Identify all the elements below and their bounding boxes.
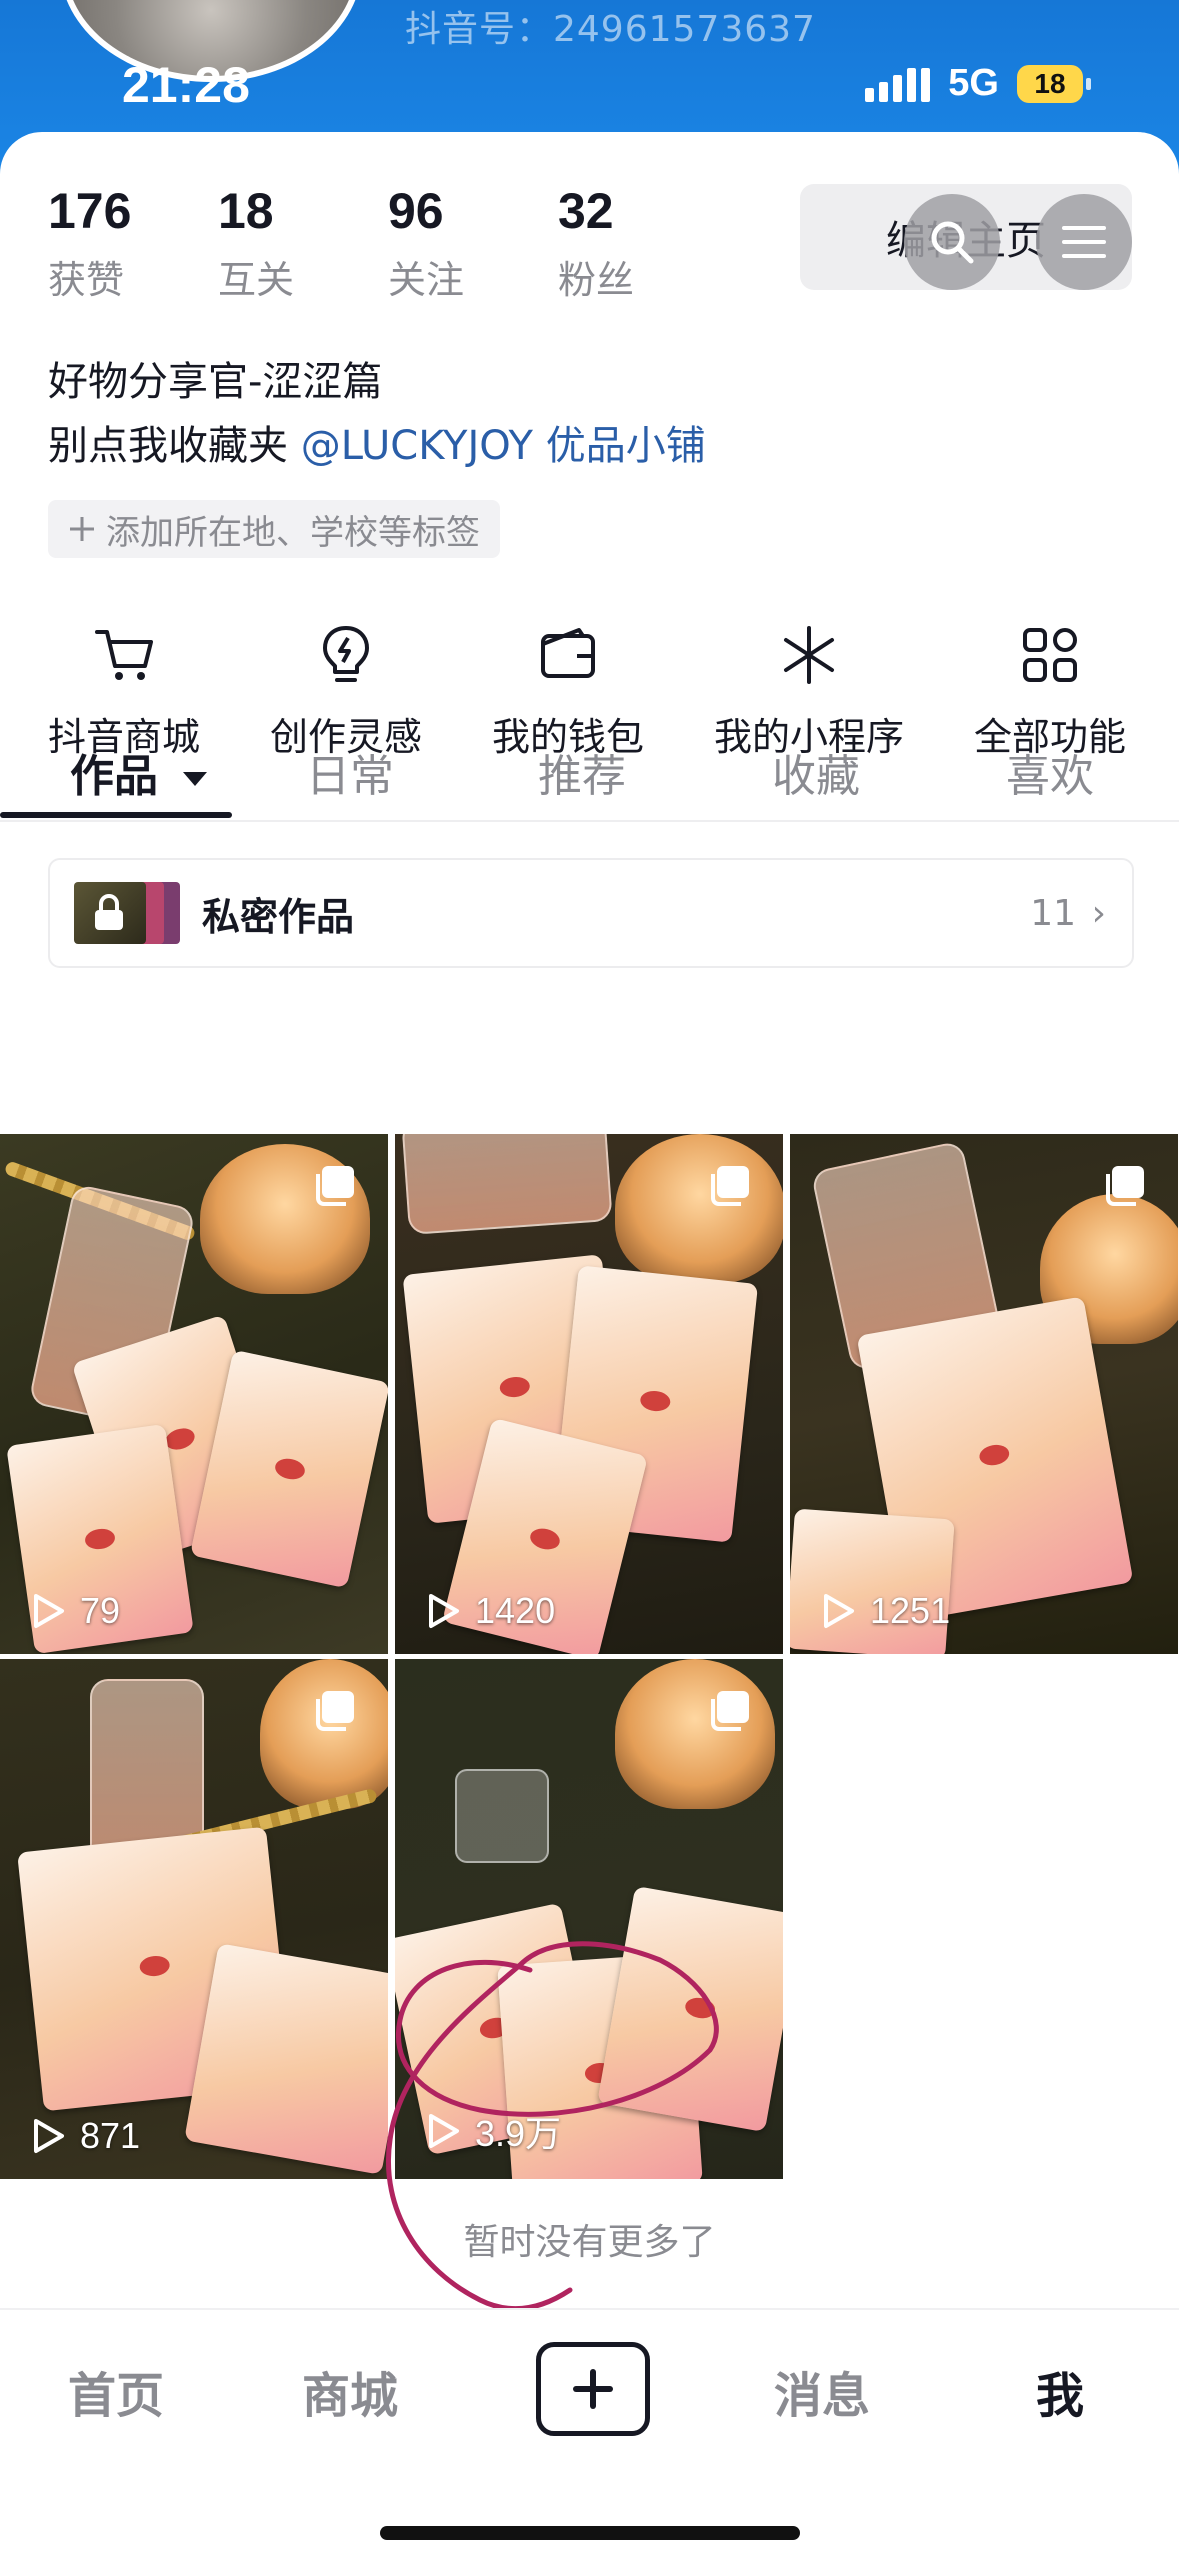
- plus-icon: [70, 517, 94, 541]
- play-count-value: 3.9万: [475, 2113, 562, 2154]
- stat-followers-num: 32: [558, 183, 614, 239]
- video-thumbnail[interactable]: 1420: [395, 1134, 783, 1654]
- play-icon: [429, 1594, 459, 1628]
- private-works-thumbnails: [74, 882, 180, 944]
- stat-likes-label: 获赞: [48, 258, 125, 302]
- play-count-value: 871: [80, 2115, 141, 2156]
- status-indicators: 5G 18: [865, 62, 1091, 105]
- bio-mention-link[interactable]: @LUCKYJOY 优品小铺: [301, 423, 706, 469]
- caret-down-icon: [183, 772, 208, 786]
- nav-mall[interactable]: 商城: [302, 2356, 398, 2426]
- profile-bio: 好物分享官-涩涩篇 别点我收藏夹 @LUCKYJOY 优品小铺: [48, 350, 706, 478]
- asterisk-icon: [784, 626, 834, 684]
- play-count-value: 1420: [475, 1590, 556, 1631]
- bio-line-2-text: 别点我收藏夹: [48, 423, 301, 469]
- battery-level: 18: [1034, 67, 1066, 99]
- stat-following-num: 96: [388, 183, 444, 239]
- chevron-right-icon: ›: [1091, 892, 1106, 934]
- video-thumbnail[interactable]: 1251: [790, 1134, 1178, 1654]
- cart-icon: [95, 630, 153, 680]
- tab-works[interactable]: 作品: [70, 740, 209, 804]
- multi-image-icon: [316, 1691, 354, 1731]
- douyin-id: 抖音号：24961573637: [405, 9, 816, 50]
- stat-following-label: 关注: [388, 258, 465, 302]
- tab-works-label: 作品: [70, 751, 158, 802]
- play-count-value: 1251: [870, 1590, 951, 1631]
- status-time: 21:28: [122, 57, 250, 113]
- lightbulb-icon: [323, 626, 369, 682]
- content-tabs: 作品 日常 推荐 收藏 喜欢: [0, 718, 1179, 822]
- play-icon: [34, 2119, 64, 2153]
- home-indicator: [380, 2526, 800, 2540]
- private-works-row[interactable]: 私密作品 11 ›: [48, 858, 1134, 968]
- play-count-value: 79: [80, 1590, 121, 1631]
- create-post-button[interactable]: [536, 2342, 650, 2436]
- grid-icon: [1023, 628, 1077, 682]
- search-button[interactable]: [904, 194, 1000, 290]
- wallet-icon: [541, 628, 595, 678]
- tab-likes[interactable]: 喜欢: [1006, 740, 1094, 804]
- video-thumbnail[interactable]: 79: [0, 1134, 388, 1654]
- multi-image-icon: [1106, 1166, 1144, 1206]
- play-count: 1420: [425, 1590, 555, 1632]
- profile-stats: 176 获赞 18 互关 96 关注 32 粉丝: [48, 184, 728, 304]
- play-count: 3.9万: [425, 2105, 561, 2157]
- menu-button[interactable]: [1036, 194, 1132, 290]
- play-icon: [429, 2114, 459, 2148]
- stat-mutual-label: 互关: [218, 258, 295, 302]
- stat-following[interactable]: 96 关注: [388, 184, 558, 304]
- stat-mutual[interactable]: 18 互关: [218, 184, 388, 304]
- lock-icon: [95, 894, 123, 930]
- video-thumbnail[interactable]: 3.9万: [395, 1659, 783, 2179]
- nav-messages[interactable]: 消息: [774, 2356, 870, 2426]
- active-tab-indicator: [0, 812, 232, 818]
- menu-icon: [1062, 226, 1106, 258]
- tab-daily[interactable]: 日常: [306, 740, 394, 804]
- multi-image-icon: [711, 1166, 749, 1206]
- search-icon: [931, 221, 974, 264]
- play-icon: [34, 1594, 64, 1628]
- tab-favorites[interactable]: 收藏: [772, 740, 860, 804]
- battery-icon: 18: [1017, 64, 1091, 103]
- private-works-label: 私密作品: [202, 894, 355, 939]
- network-label: 5G: [948, 62, 999, 104]
- stat-likes-num: 176: [48, 183, 132, 239]
- tab-recommend[interactable]: 推荐: [538, 740, 626, 804]
- stat-likes[interactable]: 176 获赞: [48, 184, 218, 304]
- add-tag-chip[interactable]: 添加所在地、学校等标签: [48, 500, 500, 558]
- video-thumbnail[interactable]: 871: [0, 1659, 388, 2179]
- stat-mutual-num: 18: [218, 183, 274, 239]
- play-count: 871: [30, 2115, 140, 2157]
- bio-line-1: 好物分享官-涩涩篇: [48, 359, 383, 405]
- signal-icon: [865, 66, 931, 102]
- private-works-count: 11: [1030, 892, 1076, 934]
- bottom-nav: 首页 商城 消息 我: [0, 2308, 1179, 2558]
- nav-home[interactable]: 首页: [68, 2356, 164, 2426]
- stat-followers[interactable]: 32 粉丝: [558, 184, 728, 304]
- add-tag-label: 添加所在地、学校等标签: [106, 512, 480, 553]
- play-count: 1251: [820, 1590, 950, 1632]
- multi-image-icon: [711, 1691, 749, 1731]
- nav-me[interactable]: 我: [1036, 2356, 1084, 2426]
- stat-followers-label: 粉丝: [558, 258, 635, 302]
- bio-line-2: 别点我收藏夹 @LUCKYJOY 优品小铺: [48, 414, 706, 478]
- multi-image-icon: [316, 1166, 354, 1206]
- play-icon: [824, 1594, 854, 1628]
- plus-icon: [573, 2369, 613, 2409]
- play-count: 79: [30, 1590, 120, 1632]
- no-more-content-note: 暂时没有更多了: [463, 2222, 716, 2263]
